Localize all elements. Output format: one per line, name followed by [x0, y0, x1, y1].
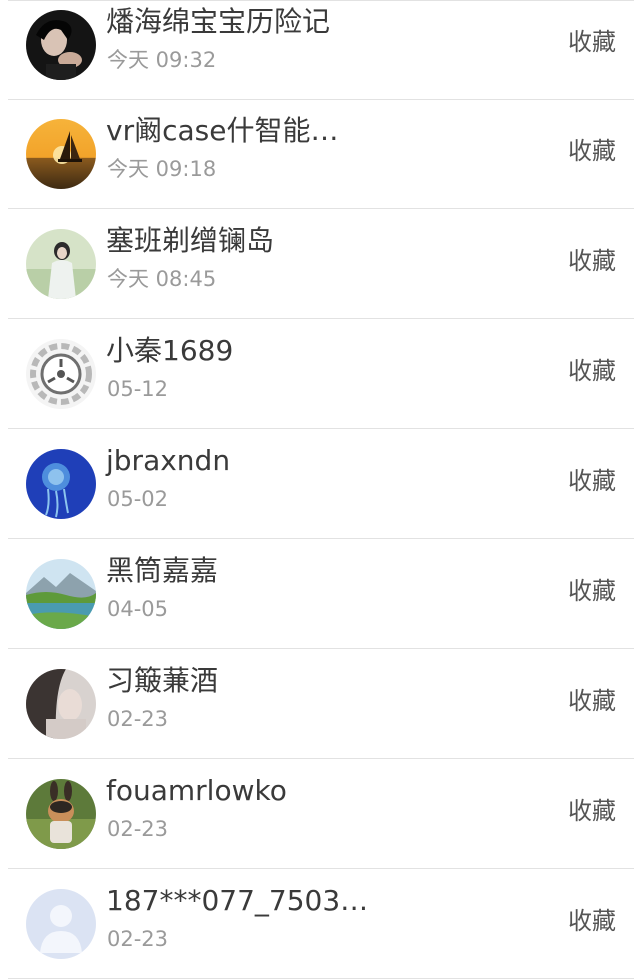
collect-button[interactable]: 收藏: [568, 245, 616, 277]
collect-button[interactable]: 收藏: [568, 465, 616, 497]
item-time: 今天 09:18: [107, 157, 217, 181]
item-time: 05-02: [107, 487, 169, 511]
item-title: 习簸蒹酒: [106, 664, 219, 697]
item-time: 05-12: [107, 377, 169, 401]
default-user-avatar: [26, 889, 96, 959]
scp-logo-avatar: [26, 339, 96, 409]
rabbit-figure-avatar: [26, 779, 96, 849]
sunset-sailboat-avatar: [26, 119, 96, 189]
item-time: 02-23: [107, 927, 169, 951]
portrait-avatar: [26, 669, 96, 739]
item-title: 小秦1689: [106, 334, 234, 367]
girl-in-field-avatar: [26, 229, 96, 299]
list-item[interactable]: fouamrlowko 02-23 收藏: [8, 760, 634, 869]
item-title: vr阚case什智能…: [106, 114, 339, 147]
list-item[interactable]: 小秦1689 05-12 收藏: [8, 320, 634, 429]
item-time: 02-23: [107, 817, 169, 841]
item-time: 今天 09:32: [107, 48, 217, 72]
item-title: 塞班剃缯镧岛: [106, 224, 275, 257]
jellyfish-avatar: [26, 449, 96, 519]
collection-list: 燔海绵宝宝历险记 今天 09:32 收藏 vr阚case什智能… 今天 09:1…: [0, 0, 640, 980]
item-title: fouamrlowko: [106, 774, 287, 807]
item-time: 今天 08:45: [107, 267, 217, 291]
item-time: 04-05: [107, 597, 169, 621]
mountain-lake-avatar: [26, 559, 96, 629]
item-title: 黑筒嘉嘉: [106, 554, 219, 587]
list-item[interactable]: vr阚case什智能… 今天 09:18 收藏: [8, 100, 634, 209]
list-item[interactable]: 黑筒嘉嘉 04-05 收藏: [8, 540, 634, 649]
item-title: jbraxndn: [106, 444, 231, 477]
item-title: 燔海绵宝宝历险记: [106, 5, 331, 38]
list-item[interactable]: jbraxndn 05-02 收藏: [8, 430, 634, 539]
collect-button[interactable]: 收藏: [568, 905, 616, 937]
collect-button[interactable]: 收藏: [568, 795, 616, 827]
item-title: 187***077_7503…: [106, 884, 369, 917]
collect-button[interactable]: 收藏: [568, 355, 616, 387]
list-item[interactable]: 187***077_7503… 02-23 收藏: [8, 870, 634, 979]
item-time: 02-23: [107, 707, 169, 731]
list-item[interactable]: 习簸蒹酒 02-23 收藏: [8, 650, 634, 759]
collect-button[interactable]: 收藏: [568, 135, 616, 167]
collect-button[interactable]: 收藏: [568, 26, 616, 58]
collect-button[interactable]: 收藏: [568, 685, 616, 717]
collect-button[interactable]: 收藏: [568, 575, 616, 607]
list-item[interactable]: 塞班剃缯镧岛 今天 08:45 收藏: [8, 210, 634, 319]
list-item[interactable]: 燔海绵宝宝历险记 今天 09:32 收藏: [8, 0, 634, 100]
girl-portrait-avatar: [26, 10, 96, 80]
